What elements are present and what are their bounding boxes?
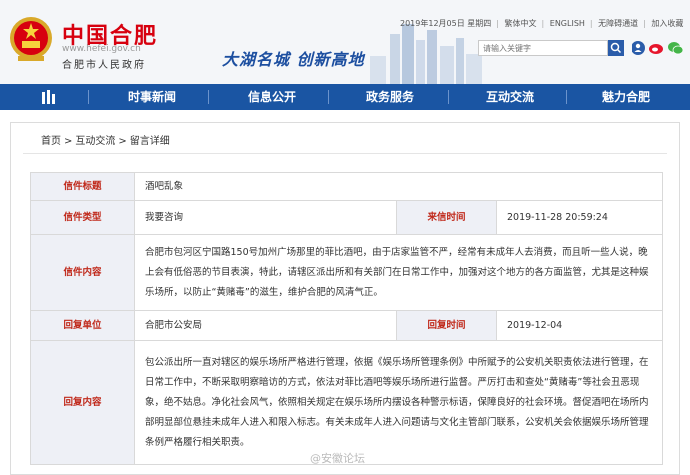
nav-item-news[interactable]: 时事新闻 bbox=[128, 84, 176, 110]
link-accessibility[interactable]: 无障碍通道 bbox=[598, 19, 638, 28]
watermark: @安徽论坛 bbox=[310, 452, 365, 465]
table-row: 回复内容 包公派出所一直对辖区的娱乐场所严格进行管理，依据《娱乐场所管理条例》中… bbox=[30, 340, 663, 465]
current-date: 2019年12月05日 星期四 bbox=[400, 19, 492, 28]
site-header: 中国合肥 www.hefei.gov.cn 合肥市人民政府 大湖名城 创新高地 … bbox=[0, 0, 690, 84]
table-row: 信件类型 我要咨询 来信时间 2019-11-28 20:59:24 bbox=[30, 200, 663, 235]
top-links: 2019年12月05日 星期四 | 繁体中文 | ENGLISH | 无障碍通道 | 加… bbox=[400, 19, 684, 28]
nav-item-gov-services[interactable]: 政务服务 bbox=[366, 84, 414, 110]
weibo-icon[interactable] bbox=[649, 44, 663, 54]
nav-divider bbox=[88, 90, 89, 104]
content-label: 信件内容 bbox=[30, 234, 135, 311]
time-label: 来信时间 bbox=[396, 200, 497, 235]
reply-unit-label: 回复单位 bbox=[30, 310, 135, 341]
nav-item-charm-hefei[interactable]: 魅力合肥 bbox=[602, 84, 650, 110]
breadcrumb-current: 留言详细 bbox=[129, 136, 170, 147]
breadcrumb-arrow-icon: > bbox=[64, 136, 73, 147]
wechat-icon[interactable] bbox=[668, 42, 684, 55]
table-row: 信件标题 酒吧乱象 bbox=[30, 172, 663, 201]
type-label: 信件类型 bbox=[30, 200, 135, 235]
reply-content-label: 回复内容 bbox=[30, 340, 135, 465]
title-value: 酒吧乱象 bbox=[134, 172, 663, 201]
breadcrumb-arrow-icon: > bbox=[118, 136, 127, 147]
slogan: 大湖名城 创新高地 bbox=[222, 50, 365, 69]
search-input[interactable] bbox=[479, 41, 589, 56]
table-row: 信件内容 合肥市包河区宁国路150号加州广场那里的菲比酒吧，由于店家监管不严，经… bbox=[30, 234, 663, 311]
content-panel: 首页 > 互动交流 > 留言详细 信件标题 酒吧乱象 信件类型 我要咨询 来信时间 20… bbox=[10, 122, 680, 475]
nav-divider bbox=[448, 90, 449, 104]
site-subtitle: 合肥市人民政府 bbox=[62, 60, 146, 71]
title-label: 信件标题 bbox=[30, 172, 135, 201]
reply-unit-value: 合肥市公安局 bbox=[134, 310, 397, 341]
nav-item-interaction[interactable]: 互动交流 bbox=[486, 84, 534, 110]
search-box bbox=[478, 40, 608, 56]
table-row: 回复单位 合肥市公安局 回复时间 2019-12-04 bbox=[30, 310, 663, 341]
letter-detail-table: 信件标题 酒吧乱象 信件类型 我要咨询 来信时间 2019-11-28 20:5… bbox=[30, 172, 663, 465]
breadcrumb: 首页 > 互动交流 > 留言详细 bbox=[41, 132, 170, 147]
national-emblem-icon bbox=[10, 17, 52, 61]
breadcrumb-interaction[interactable]: 互动交流 bbox=[75, 136, 115, 147]
nav-divider bbox=[566, 90, 567, 104]
breadcrumb-home[interactable]: 首页 bbox=[41, 136, 61, 147]
divider bbox=[23, 153, 667, 154]
person-icon[interactable] bbox=[632, 41, 645, 55]
social-icons bbox=[632, 41, 684, 55]
reply-time-label: 回复时间 bbox=[396, 310, 497, 341]
nav-divider bbox=[328, 90, 329, 104]
search-button[interactable] bbox=[608, 40, 624, 56]
reply-time-value: 2019-12-04 bbox=[496, 310, 663, 341]
link-english[interactable]: ENGLISH bbox=[550, 19, 585, 28]
main-nav: 时事新闻 信息公开 政务服务 互动交流 魅力合肥 bbox=[0, 84, 690, 110]
site-url: www.hefei.gov.cn bbox=[62, 44, 141, 54]
nav-item-info-disclosure[interactable]: 信息公开 bbox=[248, 84, 296, 110]
home-logo-icon[interactable] bbox=[40, 88, 58, 106]
content-value: 合肥市包河区宁国路150号加州广场那里的菲比酒吧，由于店家监管不严，经常有未成年… bbox=[134, 234, 663, 311]
time-value: 2019-11-28 20:59:24 bbox=[496, 200, 663, 235]
search-icon bbox=[610, 42, 622, 54]
reply-content-value: 包公派出所一直对辖区的娱乐场所严格进行管理，依据《娱乐场所管理条例》中所赋予的公… bbox=[134, 340, 663, 465]
link-traditional-chinese[interactable]: 繁体中文 bbox=[505, 19, 537, 28]
link-add-favorite[interactable]: 加入收藏 bbox=[651, 19, 683, 28]
type-value: 我要咨询 bbox=[134, 200, 397, 235]
nav-divider bbox=[208, 90, 209, 104]
